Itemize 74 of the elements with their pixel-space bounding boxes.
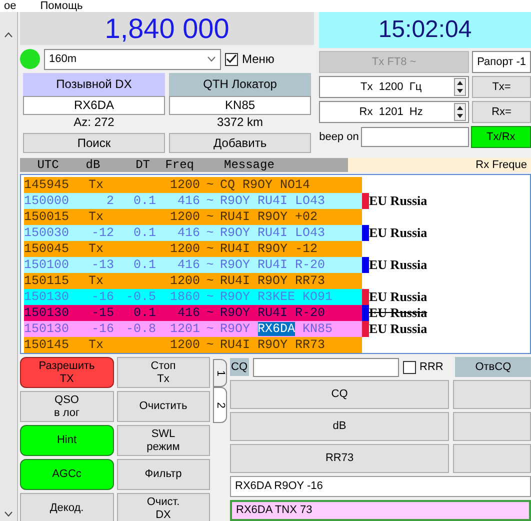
column-header: DT (134, 158, 150, 172)
cq-field[interactable] (252, 358, 398, 376)
message-field[interactable]: RX6DA R9OY -16 (230, 476, 531, 497)
search-button[interactable]: Поиск (23, 133, 166, 153)
message-field[interactable]: RX6DA TNX 73 (230, 500, 531, 521)
control-button[interactable]: Разрешить TX (20, 357, 114, 388)
scroll-down-icon[interactable] (4, 511, 13, 517)
report-dropdown[interactable]: Рапорт -1 (472, 51, 531, 73)
rrr-checkbox[interactable] (402, 360, 416, 374)
band-dropdown[interactable]: 160m (44, 48, 221, 70)
column-header: Message (224, 158, 274, 172)
frequency-spinbox[interactable]: Rx 1201 Hz (319, 101, 470, 123)
column-header: dB (84, 158, 102, 172)
frequency-spinbox[interactable]: Tx 1200 Гц (319, 76, 470, 98)
message-row[interactable]: 150130 -15 0.1 416 ~ R9OY RU4I R-20 (24, 305, 362, 321)
control-button[interactable]: Очист. DX (116, 493, 210, 521)
country-text: EU Russia (369, 321, 428, 337)
column-header: Freq (164, 158, 194, 172)
message-row[interactable]: 150000 2 0.1 416 ~ R9OY RU4I LO43 (24, 193, 362, 209)
control-button[interactable]: Стоп Tx (116, 357, 210, 388)
chevron-down-icon (207, 56, 216, 62)
country-text: EU Russia (369, 225, 428, 241)
beep-field[interactable] (360, 127, 469, 147)
macro-button[interactable]: dB (230, 412, 449, 441)
checkmark-icon (226, 54, 237, 64)
text-field[interactable]: RX6DA (23, 96, 166, 115)
message-row[interactable]: 150100 -13 0.1 416 ~ R9OY RU4I R-20 (24, 257, 362, 273)
menu-checkbox[interactable] (225, 52, 238, 66)
clock-display: 15:02:04 (319, 12, 531, 48)
spinner-arrows-icon[interactable] (454, 103, 466, 121)
country-text: EU Russia (369, 193, 428, 209)
control-button[interactable]: QSO в лог (20, 391, 114, 422)
country-text: EU Russia (369, 289, 428, 305)
country-text: EU Russia (369, 305, 428, 321)
country-text: EU Russia (369, 257, 428, 273)
menu-item[interactable]: Помощь (40, 0, 83, 12)
set-frequency-button[interactable]: Tx= (472, 76, 531, 98)
set-frequency-button[interactable]: Rx= (472, 101, 531, 123)
tab[interactable]: 1 (213, 359, 227, 387)
message-row[interactable]: 150045 Tx 1200 ~ RU4I R9OY -12 (24, 241, 362, 257)
info-text: Az: 272 (72, 115, 116, 130)
scrollbar[interactable] (0, 12, 18, 521)
control-button[interactable]: AGCc (20, 459, 114, 490)
menu-item[interactable]: ое (4, 0, 16, 12)
column-header: Позывной DX (23, 73, 166, 96)
control-button[interactable]: Декод. (20, 493, 114, 521)
message-row[interactable]: 150145 Tx 1200 ~ RU4I R9OY RR73 (24, 337, 362, 353)
control-button[interactable]: Очистить (116, 391, 210, 422)
message-row[interactable]: 150130 -16 -0.8 1201 ~ R9OY RX6DA KN85 (24, 321, 362, 337)
macro-button[interactable]: CQ (230, 380, 449, 409)
tx-rx-button[interactable]: Tx/Rx (470, 126, 531, 148)
message-row[interactable]: 150015 Tx 1200 ~ RU4I R9OY +02 (24, 209, 362, 225)
message-row[interactable]: 145945 Tx 1200 ~ CQ R9OY NO14 (24, 177, 362, 193)
scroll-up-icon[interactable] (4, 32, 13, 38)
checkbox-label: Меню (242, 51, 274, 68)
frequency-display: 1,840 000 (20, 12, 314, 45)
column-header: QTH Локатор (169, 73, 312, 96)
cq-label: CQ (230, 358, 248, 376)
rx-frequency-header: Rx Freque (348, 158, 531, 172)
checkbox-label: RRR (420, 360, 444, 375)
text-field[interactable]: KN85 (169, 96, 312, 115)
spinner-arrows-icon[interactable] (454, 78, 466, 96)
control-button[interactable]: SWL режим (116, 425, 210, 456)
answer-cq-button[interactable]: ОтвCQ (455, 357, 531, 377)
control-button[interactable]: Фильтр (116, 459, 210, 490)
info-text: 3372 km (216, 115, 264, 130)
field-label: beep on (319, 130, 359, 145)
control-button[interactable]: Hint (20, 425, 114, 456)
macro-button[interactable]: RR73 (230, 444, 449, 473)
message-row[interactable]: 150115 Tx 1200 ~ RU4I R9OY RR73 (24, 273, 362, 289)
column-header: UTC (36, 158, 60, 172)
add-button[interactable]: Добавить (169, 133, 312, 153)
message-row[interactable]: 150030 -12 0.1 416 ~ R9OY RU4I LO43 (24, 225, 362, 241)
tab[interactable]: 2 (213, 387, 227, 423)
